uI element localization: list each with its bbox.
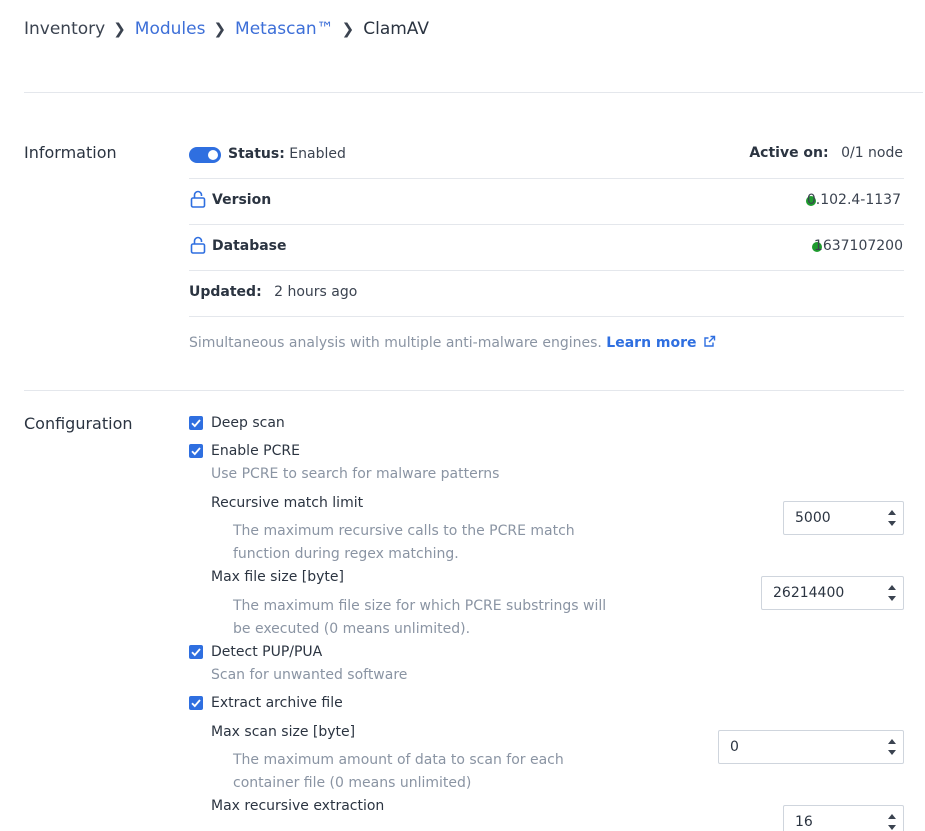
checkbox-checked-icon — [191, 447, 201, 456]
spinner-arrows[interactable] — [881, 806, 903, 831]
checkbox-checked-icon — [191, 699, 201, 708]
status-row: Status: Enabled — [228, 146, 346, 162]
updated-row: Updated: 2 hours ago — [189, 284, 357, 300]
max-recursive-extraction-input[interactable]: 16 — [783, 805, 904, 831]
divider — [24, 92, 923, 93]
active-on-label: Active on: — [749, 145, 829, 161]
breadcrumb: Inventory ❯ Modules ❯ Metascan™ ❯ ClamAV — [24, 19, 429, 39]
spinner-arrows[interactable] — [881, 502, 903, 534]
max-recursive-extraction-value: 16 — [795, 814, 813, 830]
updated-value: 2 hours ago — [274, 284, 358, 300]
divider — [189, 178, 904, 179]
updated-label: Updated: — [189, 284, 262, 300]
deep-scan-label: Deep scan — [211, 415, 285, 431]
section-title-information: Information — [24, 143, 117, 162]
max-file-size-value: 26214400 — [773, 585, 845, 601]
status-label: Status: — [228, 146, 285, 162]
learn-more-link[interactable]: Learn more — [606, 335, 696, 351]
detect-pup-description: Scan for unwanted software — [211, 667, 408, 683]
enable-pcre-checkbox[interactable] — [189, 444, 203, 458]
checkbox-checked-icon — [191, 648, 201, 657]
chevron-right-icon: ❯ — [341, 20, 355, 38]
divider — [189, 270, 904, 271]
active-on: Active on: 0/1 node — [749, 145, 903, 161]
recursive-match-limit-value: 5000 — [795, 510, 831, 526]
max-recursive-extraction-label: Max recursive extraction — [211, 798, 385, 814]
max-file-size-input[interactable]: 26214400 — [761, 576, 904, 610]
database-value: 1637107200 — [813, 238, 903, 254]
unlock-icon — [190, 236, 206, 254]
breadcrumb-current: ClamAV — [363, 19, 429, 39]
extract-archive-label: Extract archive file — [211, 695, 343, 711]
divider — [189, 224, 904, 225]
spinner-arrows[interactable] — [881, 577, 903, 609]
status-value: Enabled — [289, 146, 346, 162]
recursive-match-limit-input[interactable]: 5000 — [783, 501, 904, 535]
enable-pcre-label: Enable PCRE — [211, 443, 300, 459]
version-value: 0.102.4-1137 — [806, 192, 901, 208]
version-label: Version — [212, 192, 272, 208]
enable-pcre-description: Use PCRE to search for malware patterns — [211, 466, 500, 482]
max-scan-size-value: 0 — [730, 739, 739, 755]
database-label: Database — [212, 238, 287, 254]
divider — [24, 390, 904, 391]
section-title-configuration: Configuration — [24, 414, 133, 433]
max-file-size-label: Max file size [byte] — [211, 569, 344, 585]
max-scan-size-description: The maximum amount of data to scan for e… — [233, 752, 564, 791]
checkbox-checked-icon — [191, 419, 201, 428]
description-text: Simultaneous analysis with multiple anti… — [189, 335, 602, 351]
active-on-value: 0/1 node — [841, 145, 903, 161]
max-scan-size-input[interactable]: 0 — [718, 730, 904, 764]
max-file-size-description: The maximum file size for which PCRE sub… — [233, 598, 607, 637]
status-toggle[interactable] — [189, 147, 221, 163]
detect-pup-checkbox[interactable] — [189, 645, 203, 659]
external-link-icon[interactable] — [703, 335, 716, 348]
extract-archive-checkbox[interactable] — [189, 696, 203, 710]
detect-pup-label: Detect PUP/PUA — [211, 644, 323, 660]
max-scan-size-label: Max scan size [byte] — [211, 724, 356, 740]
unlock-icon — [190, 190, 206, 208]
chevron-right-icon: ❯ — [113, 20, 126, 38]
recursive-match-limit-label: Recursive match limit — [211, 495, 364, 511]
breadcrumb-metascan[interactable]: Metascan™ — [235, 19, 334, 39]
divider — [189, 316, 904, 317]
chevron-right-icon: ❯ — [213, 20, 227, 38]
info-description: Simultaneous analysis with multiple anti… — [189, 335, 716, 351]
deep-scan-checkbox[interactable] — [189, 416, 203, 430]
breadcrumb-inventory[interactable]: Inventory — [24, 19, 105, 39]
spinner-arrows[interactable] — [881, 731, 903, 763]
recursive-match-limit-description: The maximum recursive calls to the PCRE … — [233, 523, 575, 562]
breadcrumb-modules[interactable]: Modules — [135, 19, 206, 39]
